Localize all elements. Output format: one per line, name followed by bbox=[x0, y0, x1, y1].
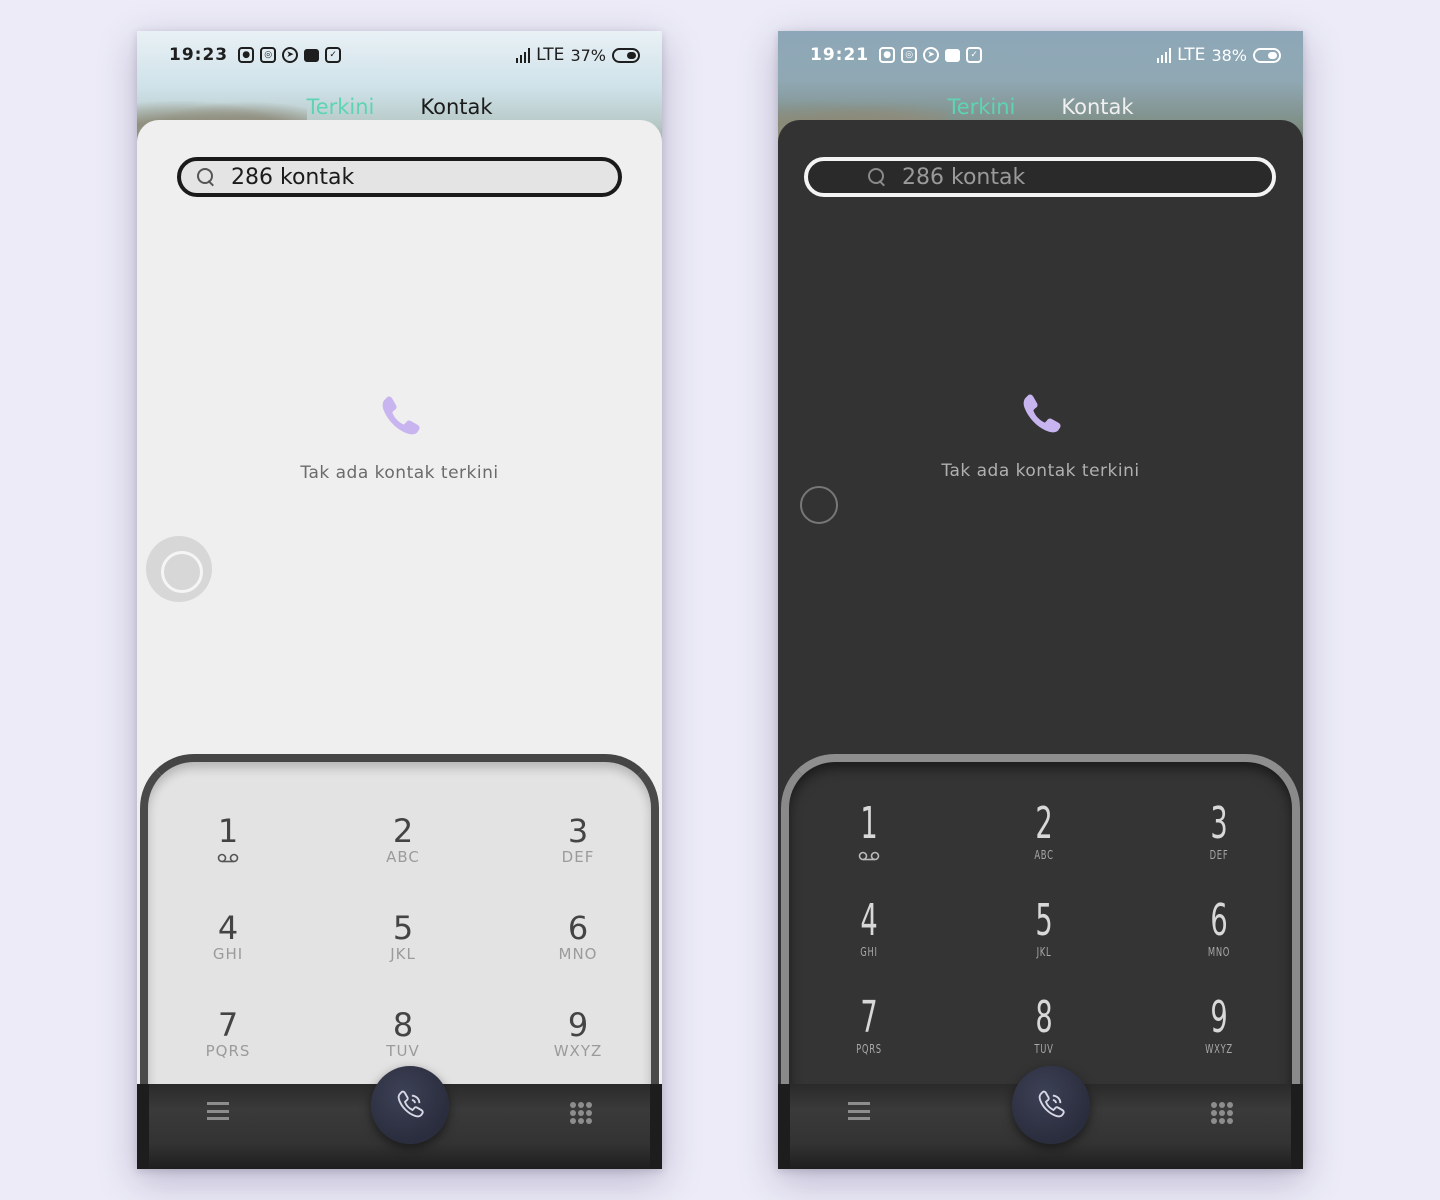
bottom-bar bbox=[137, 1066, 662, 1169]
search-icon bbox=[868, 168, 886, 186]
whatsapp-icon: ◎ bbox=[901, 47, 918, 63]
search-bar[interactable]: 286 kontak bbox=[177, 157, 622, 197]
battery-icon bbox=[1253, 47, 1281, 63]
status-bar: 19:21 ● ◎ ➤ ✓ LTE 38% bbox=[810, 43, 1281, 67]
phone-screen-dark: 19:21 ● ◎ ➤ ✓ LTE 38% Terkini Kontak 286… bbox=[778, 31, 1303, 1169]
menu-icon[interactable] bbox=[207, 1102, 229, 1120]
dialpad-grid-icon[interactable] bbox=[1211, 1102, 1233, 1124]
battery-percent: 38% bbox=[1211, 45, 1247, 65]
key-6[interactable]: 6 MNO bbox=[508, 911, 648, 963]
phone-icon bbox=[1023, 394, 1061, 433]
content-area: 286 kontak Tak ada kontak terkini 1 2 ABC… bbox=[137, 120, 662, 1169]
bottom-bar bbox=[778, 1066, 1303, 1169]
call-button[interactable] bbox=[1012, 1066, 1090, 1144]
key-7[interactable]: 7 PQRS bbox=[158, 1008, 298, 1060]
search-input[interactable]: 286 kontak bbox=[231, 165, 354, 190]
call-button[interactable] bbox=[371, 1066, 449, 1144]
whatsapp-icon: ◎ bbox=[260, 47, 277, 63]
twitter-icon: ✓ bbox=[325, 47, 342, 63]
key-3[interactable]: 3 DEF bbox=[508, 814, 648, 866]
key-6[interactable]: 6 MNO bbox=[1149, 899, 1289, 961]
phone-icon bbox=[382, 396, 420, 435]
menu-icon[interactable] bbox=[848, 1102, 870, 1120]
key-1[interactable]: 1 bbox=[799, 802, 939, 865]
signal-icon bbox=[1157, 47, 1172, 63]
youtube-icon bbox=[304, 48, 320, 62]
key-4[interactable]: 4 GHI bbox=[799, 899, 939, 961]
battery-percent: 37% bbox=[570, 45, 606, 65]
notification-icon: ● bbox=[238, 47, 255, 63]
network-label: LTE bbox=[1177, 45, 1206, 65]
status-time: 19:23 bbox=[169, 45, 229, 65]
key-5[interactable]: 5 JKL bbox=[974, 899, 1114, 961]
voicemail-icon bbox=[858, 851, 880, 861]
call-icon bbox=[1038, 1090, 1065, 1118]
floating-assistive-button[interactable] bbox=[146, 536, 212, 602]
key-7[interactable]: 7 PQRS bbox=[799, 996, 939, 1058]
content-area: 286 kontak Tak ada kontak terkini 1 2 ABC… bbox=[778, 120, 1303, 1169]
search-icon bbox=[197, 168, 215, 186]
key-9[interactable]: 9 WXYZ bbox=[1149, 996, 1289, 1058]
empty-message: Tak ada kontak terkini bbox=[300, 463, 499, 483]
phone-screen-light: 19:23 ● ◎ ➤ ✓ LTE 37% Terkini Kontak 286… bbox=[137, 31, 662, 1169]
telegram-icon: ➤ bbox=[282, 47, 299, 63]
floating-assistive-button[interactable] bbox=[800, 486, 838, 524]
key-4[interactable]: 4 GHI bbox=[158, 911, 298, 963]
status-bar: 19:23 ● ◎ ➤ ✓ LTE 37% bbox=[169, 43, 640, 67]
signal-icon bbox=[516, 47, 531, 63]
voicemail-icon bbox=[217, 853, 239, 863]
key-1[interactable]: 1 bbox=[158, 814, 298, 867]
key-5[interactable]: 5 JKL bbox=[333, 911, 473, 963]
key-2[interactable]: 2 ABC bbox=[974, 802, 1114, 864]
status-time: 19:21 bbox=[810, 45, 870, 65]
key-2[interactable]: 2 ABC bbox=[333, 814, 473, 866]
dialpad-grid-icon[interactable] bbox=[570, 1102, 592, 1124]
empty-message: Tak ada kontak terkini bbox=[941, 461, 1140, 481]
telegram-icon: ➤ bbox=[923, 47, 940, 63]
battery-icon bbox=[612, 47, 640, 63]
key-9[interactable]: 9 WXYZ bbox=[508, 1008, 648, 1060]
key-3[interactable]: 3 DEF bbox=[1149, 802, 1289, 864]
key-8[interactable]: 8 TUV bbox=[974, 996, 1114, 1058]
search-input[interactable]: 286 kontak bbox=[902, 165, 1025, 190]
key-8[interactable]: 8 TUV bbox=[333, 1008, 473, 1060]
notification-icon: ● bbox=[879, 47, 896, 63]
youtube-icon bbox=[945, 48, 961, 62]
call-icon bbox=[397, 1090, 424, 1118]
twitter-icon: ✓ bbox=[966, 47, 983, 63]
search-bar[interactable]: 286 kontak bbox=[804, 157, 1276, 197]
network-label: LTE bbox=[536, 45, 565, 65]
